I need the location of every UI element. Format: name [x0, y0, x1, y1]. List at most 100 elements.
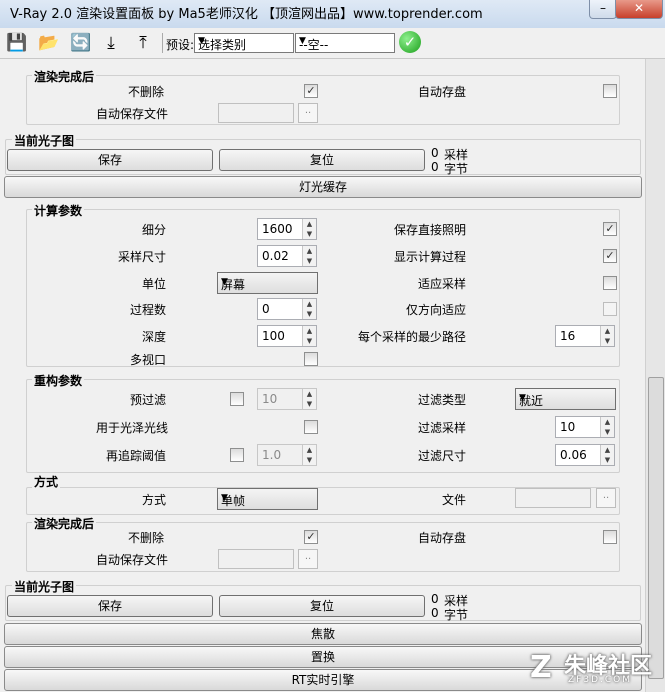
prefilter-checkbox[interactable]	[230, 392, 244, 406]
on-render-end-title-2: 渲染完成后	[32, 515, 97, 532]
filter-samples-value: 10	[560, 420, 576, 434]
scale-select[interactable]: 屏幕 ▼	[217, 272, 318, 294]
spin-down-icon[interactable]: ▼	[601, 427, 614, 437]
mode-title: 方式	[32, 473, 61, 490]
filter-type-select[interactable]: 就近 ▼	[515, 388, 616, 410]
auto-save-checkbox-2[interactable]	[603, 530, 617, 544]
filter-samples-spin-buttons[interactable]: ▲ ▼	[600, 417, 614, 437]
depth-value: 100	[262, 329, 285, 343]
retrace-label: 再追踪阈值	[106, 449, 167, 463]
bytes-label-2: 字节	[444, 608, 469, 622]
spin-up-icon[interactable]: ▲	[303, 219, 316, 229]
save-map-button-2[interactable]: 保存	[7, 595, 213, 617]
show-calc-checkbox[interactable]: ✓	[603, 249, 617, 263]
chevron-down-icon: ▼	[519, 393, 526, 403]
reset-map-button-1[interactable]: 复位	[219, 149, 425, 171]
spin-down-icon[interactable]: ▼	[303, 229, 316, 239]
chevron-down-icon: ▼	[198, 36, 205, 46]
spin-down-icon[interactable]: ▼	[303, 399, 316, 409]
filter-samples-spinner[interactable]: 10 ▲ ▼	[555, 416, 615, 438]
save-to-preset-icon[interactable]: ⤒	[132, 32, 154, 54]
spin-up-icon[interactable]: ▲	[303, 445, 316, 455]
filter-size-spin-buttons[interactable]: ▲ ▼	[600, 445, 614, 465]
spin-down-icon[interactable]: ▼	[303, 336, 316, 346]
sample-size-spinner[interactable]: 0.02 ▲ ▼	[257, 245, 317, 267]
mode-file-field[interactable]	[515, 488, 591, 508]
min-paths-spin-buttons[interactable]: ▲ ▼	[600, 326, 614, 346]
store-direct-checkbox[interactable]: ✓	[603, 222, 617, 236]
dont-delete-label-2: 不删除	[128, 531, 165, 545]
spin-up-icon[interactable]: ▲	[303, 326, 316, 336]
dir-only-checkbox[interactable]	[603, 302, 617, 316]
filter-size-spinner[interactable]: 0.06 ▲ ▼	[555, 444, 615, 466]
subdivs-value: 1600	[262, 222, 293, 236]
retrace-checkbox[interactable]	[230, 448, 244, 462]
spin-down-icon[interactable]: ▼	[601, 455, 614, 465]
light-cache-rollout[interactable]: 灯光缓存	[4, 176, 642, 198]
spin-up-icon[interactable]: ▲	[601, 445, 614, 455]
preset-category-select[interactable]: 选择类别 ▼	[194, 33, 294, 53]
auto-save-checkbox-1[interactable]	[603, 84, 617, 98]
auto-save-file-field-2[interactable]	[218, 549, 294, 569]
sample-size-value: 0.02	[262, 249, 289, 263]
multiview-label: 多视口	[130, 353, 167, 367]
min-paths-label: 每个采样的最少路径	[358, 330, 467, 344]
samples-count-1: 0	[431, 146, 439, 160]
spin-up-icon[interactable]: ▲	[601, 326, 614, 336]
auto-save-file-label-1: 自动保存文件	[96, 107, 169, 121]
multiview-checkbox[interactable]	[304, 352, 318, 366]
passes-spinner[interactable]: 0 ▲ ▼	[257, 298, 317, 320]
sample-size-spin-buttons[interactable]: ▲ ▼	[302, 246, 316, 266]
depth-spin-buttons[interactable]: ▲ ▼	[302, 326, 316, 346]
auto-save-file-field-1[interactable]	[218, 103, 294, 123]
passes-spin-buttons[interactable]: ▲ ▼	[302, 299, 316, 319]
save-map-button-1[interactable]: 保存	[7, 149, 213, 171]
apply-preset-icon[interactable]: ✓	[399, 31, 421, 53]
dont-delete-checkbox-2[interactable]: ✓	[304, 530, 318, 544]
vertical-scrollbar[interactable]	[645, 59, 665, 692]
depth-spinner[interactable]: 100 ▲ ▼	[257, 325, 317, 347]
filter-size-value: 0.06	[560, 448, 587, 462]
subdivs-spin-buttons[interactable]: ▲ ▼	[302, 219, 316, 239]
spin-up-icon[interactable]: ▲	[303, 246, 316, 256]
dont-delete-checkbox-1[interactable]: ✓	[304, 84, 318, 98]
load-preset-icon[interactable]: ⤓	[100, 32, 122, 54]
browse-auto-save-button-1[interactable]: ..	[298, 103, 318, 123]
adaptive-checkbox[interactable]	[603, 276, 617, 290]
auto-save-file-label-2: 自动保存文件	[96, 553, 169, 567]
reset-icon[interactable]: 🔄	[70, 32, 92, 54]
close-button[interactable]: ✕	[615, 0, 663, 19]
glossy-checkbox[interactable]	[304, 420, 318, 434]
prefilter-value: 10	[262, 392, 278, 406]
mode-select[interactable]: 单帧 ▼	[217, 488, 318, 510]
browse-mode-file-button[interactable]: ..	[596, 488, 616, 508]
caustics-rollout[interactable]: 焦散	[4, 623, 642, 645]
min-paths-spinner[interactable]: 16 ▲ ▼	[555, 325, 615, 347]
save-preset-icon[interactable]: 💾	[6, 32, 28, 54]
preset-select[interactable]: --空-- ▼	[295, 33, 395, 53]
chevron-down-icon: ▼	[221, 493, 228, 503]
spin-down-icon[interactable]: ▼	[303, 256, 316, 266]
spin-up-icon[interactable]: ▲	[601, 417, 614, 427]
watermark-subtext: ZF3D.COM	[568, 675, 632, 685]
spin-down-icon[interactable]: ▼	[303, 455, 316, 465]
browse-auto-save-button-2[interactable]: ..	[298, 549, 318, 569]
passes-value: 0	[262, 302, 270, 316]
watermark-z-icon: Z	[530, 650, 552, 685]
subdivs-spinner[interactable]: 1600 ▲ ▼	[257, 218, 317, 240]
reset-map-button-2[interactable]: 复位	[219, 595, 425, 617]
retrace-spinner[interactable]: 1.0 ▲ ▼	[257, 444, 317, 466]
spin-up-icon[interactable]: ▲	[303, 299, 316, 309]
prefilter-spin-buttons[interactable]: ▲ ▼	[302, 389, 316, 409]
passes-label: 过程数	[130, 303, 167, 317]
minimize-button[interactable]: –	[589, 0, 617, 19]
spin-down-icon[interactable]: ▼	[303, 309, 316, 319]
spin-up-icon[interactable]: ▲	[303, 389, 316, 399]
depth-label: 深度	[142, 330, 167, 344]
scrollbar-thumb[interactable]	[648, 377, 664, 679]
retrace-spin-buttons[interactable]: ▲ ▼	[302, 445, 316, 465]
open-preset-icon[interactable]: 📂	[38, 32, 60, 54]
subdivs-label: 细分	[142, 223, 167, 237]
spin-down-icon[interactable]: ▼	[601, 336, 614, 346]
prefilter-spinner[interactable]: 10 ▲ ▼	[257, 388, 317, 410]
